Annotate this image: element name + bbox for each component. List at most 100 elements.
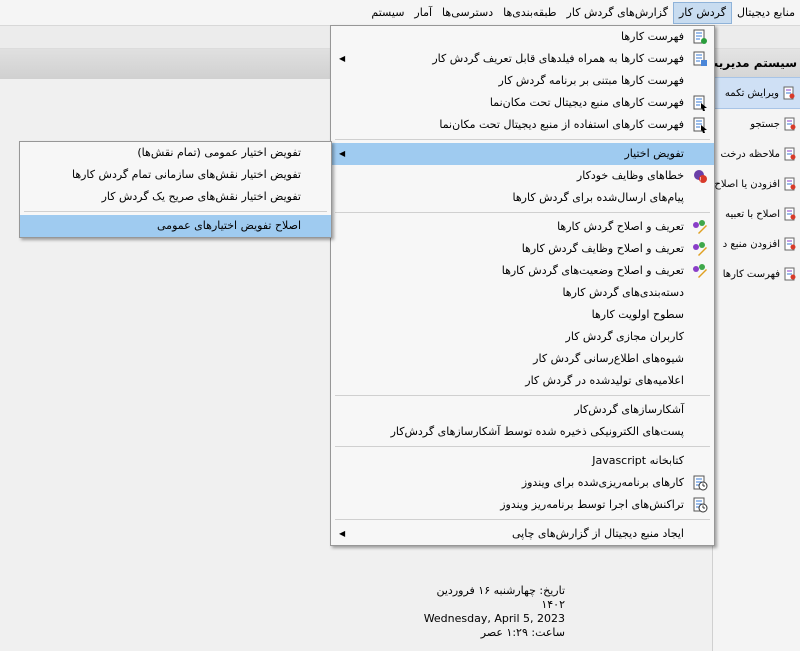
menu-item-label: تراکنش‌های اجرا توسط برنامه‌ریز ویندوز — [500, 498, 684, 511]
menu-item[interactable]: تعریف و اصلاح گردش کارها — [331, 216, 714, 238]
tree-view-icon — [783, 147, 797, 161]
submenu-arrow-icon: ◀ — [339, 54, 346, 63]
menu-item-label: خطاهای وظایف خودکار — [576, 169, 684, 182]
menu-item[interactable]: فهرست کارها — [331, 26, 714, 48]
search-icon — [783, 117, 797, 131]
menu-item-label: دسته‌بندی‌های گردش کارها — [562, 286, 684, 299]
menu-item-label: اعلامیه‌های تولیدشده در گردش کار — [525, 374, 684, 387]
menu-item[interactable]: تفویض اختیار ◀ — [331, 143, 714, 165]
menu-item[interactable]: آشکارسازهای گردش‌کار — [331, 399, 714, 421]
menu-item[interactable]: کاربران مجازی گردش کار — [331, 326, 714, 348]
menu-item[interactable]: اعلامیه‌های تولیدشده در گردش کار — [331, 370, 714, 392]
menu-item-label: فهرست کارها مبتنی بر برنامه گردش کار — [498, 74, 684, 87]
menu-item[interactable]: ! خطاهای وظایف خودکار — [331, 165, 714, 187]
panel-item-label: ملاحظه درخت — [720, 148, 780, 160]
edit-task-icon — [692, 241, 708, 257]
menubar-item-3[interactable]: طبقه‌بندی‌ها — [498, 2, 561, 24]
menu-separator — [335, 446, 710, 447]
panel-item-1[interactable]: جستجو — [713, 109, 800, 139]
menubar-item-1[interactable]: گردش کار — [672, 1, 732, 24]
menu-item[interactable]: تفویض اختیار نقش‌های صریح یک گردش کار — [20, 186, 331, 208]
panel-item-label: ویرایش تکمه — [724, 87, 779, 99]
time-value: ۱:۲۹ عصر — [480, 626, 528, 639]
cursor-list-icon — [692, 95, 708, 111]
menu-item[interactable]: تراکنش‌های اجرا توسط برنامه‌ریز ویندوز — [331, 494, 714, 516]
gregorian-date: Wednesday, April 5, 2023 — [423, 612, 565, 625]
menu-item-label: شیوه‌های اطلاع‌رسانی گردش کار — [533, 352, 684, 365]
menu-item[interactable]: ایجاد منبع دیجیتال از گزارش‌های چاپی ◀ — [331, 523, 714, 545]
menu-item-label: فهرست کارها به همراه فیلدهای قابل تعریف … — [432, 52, 684, 65]
panel-item-0[interactable]: ویرایش تکمه — [713, 77, 800, 109]
add-resource-icon — [783, 237, 797, 251]
menu-item-label: تعریف و اصلاح گردش کارها — [557, 220, 684, 233]
panel-item-3[interactable]: افزودن یا اصلاح — [713, 169, 800, 199]
date-time-box: تاریخ: چهارشنبه ۱۶ فروردین ۱۴۰۲ Wednesda… — [415, 584, 565, 640]
menu-item-label: تعریف و اصلاح وظایف گردش کارها — [521, 242, 684, 255]
delegation-submenu: تفویض اختیار عمومی (تمام نقش‌ها) تفویض اخ… — [19, 141, 332, 238]
menu-separator — [24, 211, 327, 212]
submenu-arrow-icon: ◀ — [339, 149, 346, 158]
cursor-use-icon — [692, 117, 708, 133]
error-task-icon: ! — [692, 168, 708, 184]
menu-item-label: آشکارسازهای گردش‌کار — [574, 403, 684, 416]
date-label: تاریخ: — [539, 584, 565, 597]
edit-embed-icon — [783, 207, 797, 221]
workflow-dropdown-menu: فهرست کارها فهرست کارها به همراه فیلدهای … — [330, 25, 715, 546]
menu-item[interactable]: فهرست کارهای منبع دیجیتال تحت مکان‌نما — [331, 92, 714, 114]
menu-item-label: ایجاد منبع دیجیتال از گزارش‌های چاپی — [512, 527, 684, 540]
menu-item-label: پست‌های الکترونیکی ذخیره شده توسط آشکارس… — [390, 425, 684, 438]
menubar-item-4[interactable]: دسترسی‌ها — [437, 2, 498, 24]
menu-item-label: کتابخانه Javascript — [592, 454, 684, 467]
list-doc-icon — [692, 29, 708, 45]
menu-item[interactable]: پیام‌های ارسال‌شده برای گردش کارها — [331, 187, 714, 209]
list-fields-icon — [692, 51, 708, 67]
menu-item-label: پیام‌های ارسال‌شده برای گردش کارها — [512, 191, 684, 204]
menu-item[interactable]: اصلاح تفویض اختیارهای عمومی — [20, 215, 331, 237]
menu-item[interactable]: فهرست کارها به همراه فیلدهای قابل تعریف … — [331, 48, 714, 70]
panel-item-4[interactable]: اصلاح با تعبیه — [713, 199, 800, 229]
menu-item-label: کارهای برنامه‌ریزی‌شده برای ویندوز — [521, 476, 684, 489]
menu-item[interactable]: فهرست کارها مبتنی بر برنامه گردش کار — [331, 70, 714, 92]
menubar-item-2[interactable]: گزارش‌های گردش کار — [562, 2, 673, 24]
panel-item-label: افزودن منبع د — [722, 238, 780, 250]
menu-item[interactable]: کتابخانه Javascript — [331, 450, 714, 472]
menubar-item-6[interactable]: سیستم — [366, 2, 409, 24]
svg-text:!: ! — [699, 177, 701, 184]
menu-item-label: کاربران مجازی گردش کار — [565, 330, 684, 343]
menubar-item-5[interactable]: آمار — [409, 2, 437, 24]
edit-button-icon — [782, 86, 796, 100]
menu-item[interactable]: تفویض اختیار عمومی (تمام نقش‌ها) — [20, 142, 331, 164]
menu-item-label: سطوح اولویت کارها — [591, 308, 684, 321]
menu-item[interactable]: پست‌های الکترونیکی ذخیره شده توسط آشکارس… — [331, 421, 714, 443]
submenu-arrow-icon: ◀ — [339, 529, 346, 538]
menu-item-label: تفویض اختیار — [624, 147, 684, 160]
menu-item[interactable]: تفویض اختیار نقش‌های سازمانی تمام گردش ک… — [20, 164, 331, 186]
menu-separator — [335, 139, 710, 140]
menu-separator — [335, 519, 710, 520]
menu-item-label: تفویض اختیار عمومی (تمام نقش‌ها) — [137, 146, 301, 159]
menu-item[interactable]: فهرست کارهای استفاده از منبع دیجیتال تحت… — [331, 114, 714, 136]
menu-item-label: فهرست کارهای منبع دیجیتال تحت مکان‌نما — [489, 96, 684, 109]
menu-separator — [335, 212, 710, 213]
panel-title: سیستم مدیریت — [713, 49, 800, 77]
panel-item-5[interactable]: افزودن منبع د — [713, 229, 800, 259]
panel-item-2[interactable]: ملاحظه درخت — [713, 139, 800, 169]
scheduler-log-icon — [692, 497, 708, 513]
menu-item[interactable]: شیوه‌های اطلاع‌رسانی گردش کار — [331, 348, 714, 370]
menu-item[interactable]: دسته‌بندی‌های گردش کارها — [331, 282, 714, 304]
panel-item-label: جستجو — [750, 118, 780, 130]
time-label: ساعت: — [531, 626, 565, 639]
menu-item[interactable]: کارهای برنامه‌ریزی‌شده برای ویندوز — [331, 472, 714, 494]
menu-item[interactable]: تعریف و اصلاح وضعیت‌های گردش کارها — [331, 260, 714, 282]
edit-flow-icon — [692, 219, 708, 235]
add-edit-icon — [783, 177, 797, 191]
menu-item-label: تفویض اختیار نقش‌های صریح یک گردش کار — [101, 190, 301, 203]
scheduled-task-icon — [692, 475, 708, 491]
menu-item[interactable]: سطوح اولویت کارها — [331, 304, 714, 326]
menu-item-label: فهرست کارهای استفاده از منبع دیجیتال تحت… — [439, 118, 684, 131]
menubar-item-0[interactable]: منابع دیجیتال — [732, 2, 800, 24]
edit-state-icon — [692, 263, 708, 279]
menu-item-label: تفویض اختیار نقش‌های سازمانی تمام گردش ک… — [71, 168, 301, 181]
menu-item[interactable]: تعریف و اصلاح وظایف گردش کارها — [331, 238, 714, 260]
panel-item-6[interactable]: فهرست کارها — [713, 259, 800, 289]
